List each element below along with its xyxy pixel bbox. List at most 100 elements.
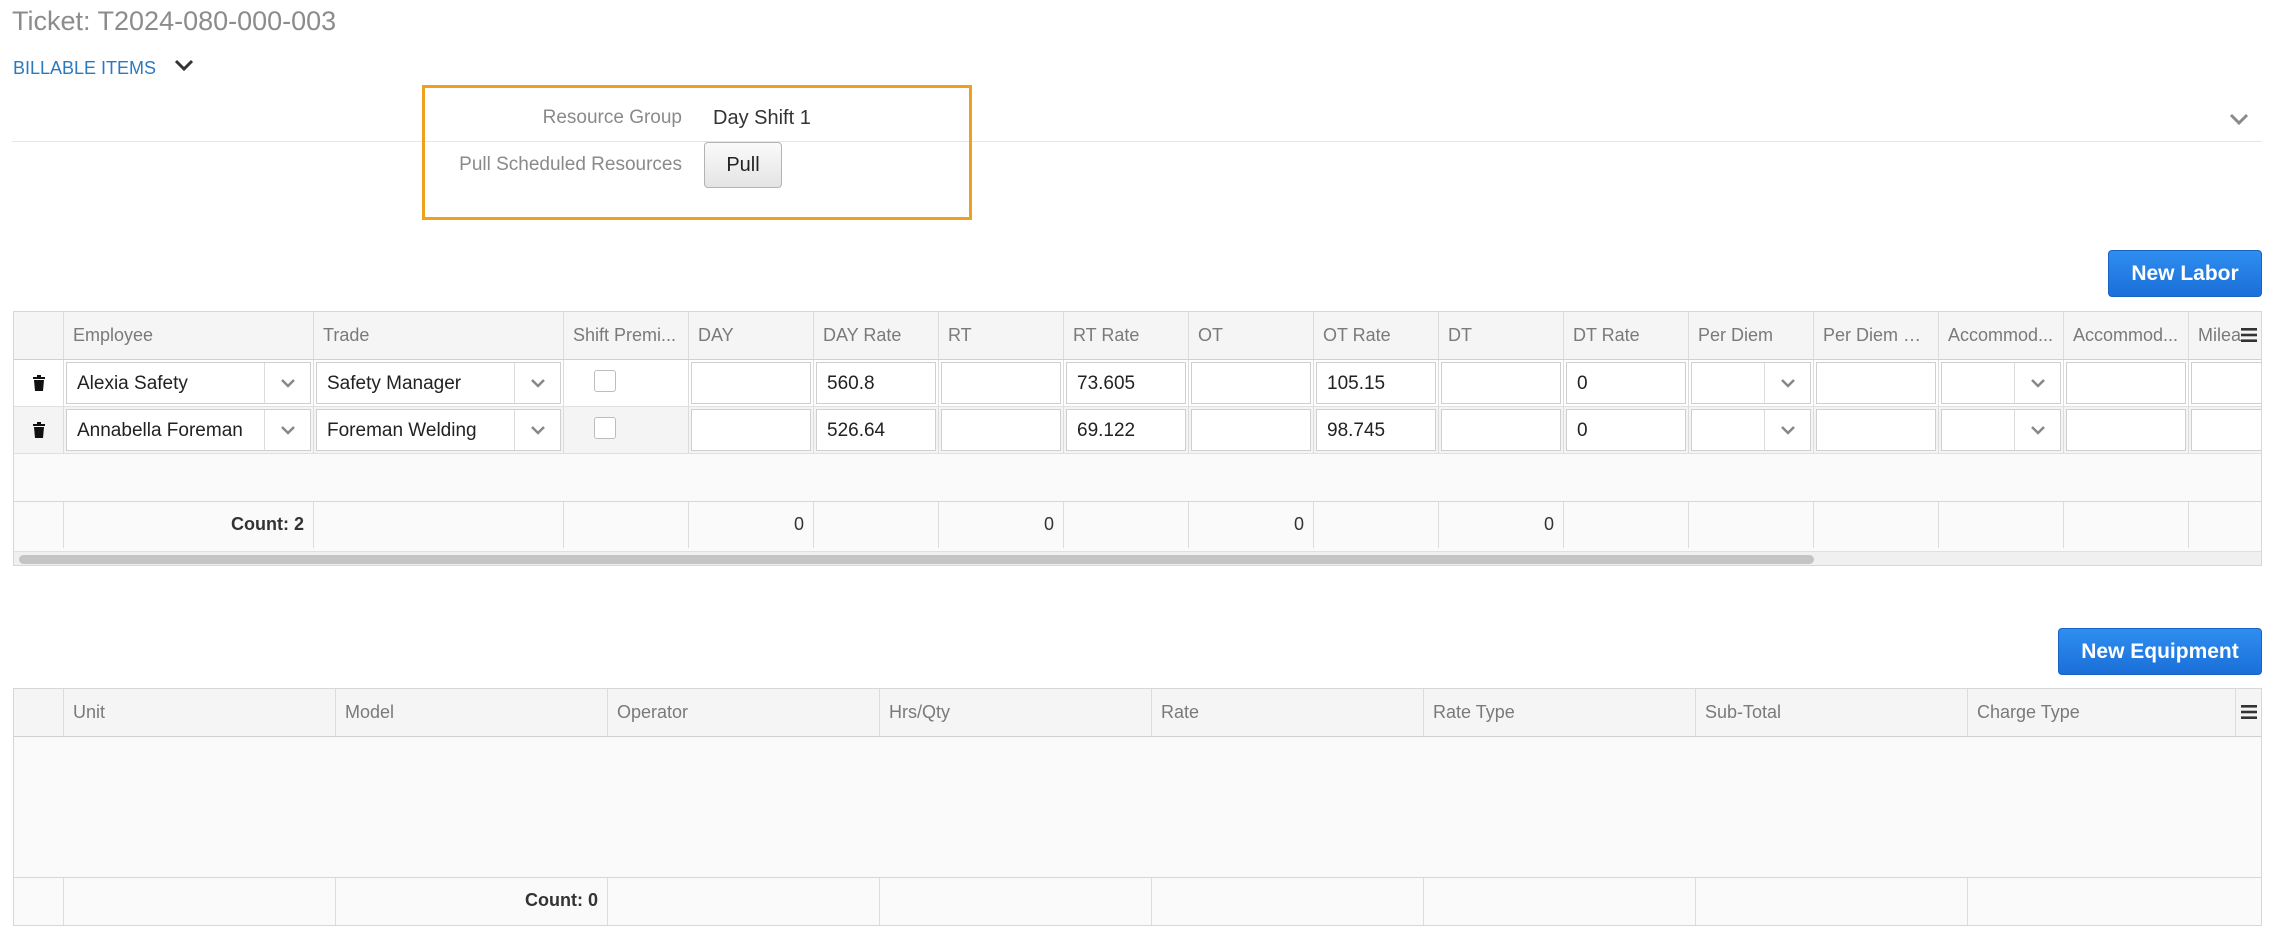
- new-labor-button[interactable]: New Labor: [2108, 250, 2262, 297]
- header-rt[interactable]: RT: [939, 312, 1064, 359]
- ot-input[interactable]: [1191, 362, 1311, 404]
- header-rate[interactable]: Rate: [1152, 689, 1424, 736]
- employee-dropdown-button[interactable]: [264, 363, 310, 403]
- per-diem-rate-input[interactable]: [1816, 409, 1936, 451]
- employee-combobox[interactable]: Annabella Foreman: [66, 409, 311, 451]
- rt-rate-input[interactable]: 69.122: [1066, 409, 1186, 451]
- per-diem-dropdown-button[interactable]: [1764, 363, 1810, 403]
- employee-cell: Alexia Safety: [64, 360, 314, 406]
- ot-rate-input[interactable]: 105.15: [1316, 362, 1436, 404]
- employee-dropdown-button[interactable]: [264, 410, 310, 450]
- dt-input[interactable]: [1441, 409, 1561, 451]
- dt-rate-input[interactable]: 0: [1566, 362, 1686, 404]
- shift-premium-checkbox[interactable]: [594, 417, 616, 439]
- header-sub-total[interactable]: Sub-Total: [1696, 689, 1968, 736]
- header-unit[interactable]: Unit: [64, 689, 336, 736]
- header-accommodation[interactable]: Accommod...: [1939, 312, 2064, 359]
- header-ot-rate[interactable]: OT Rate: [1314, 312, 1439, 359]
- shift-premium-checkbox[interactable]: [594, 370, 616, 392]
- header-employee[interactable]: Employee: [64, 312, 314, 359]
- footer-cell: [1689, 502, 1814, 548]
- trash-icon[interactable]: [32, 422, 46, 438]
- header-per-diem[interactable]: Per Diem: [1689, 312, 1814, 359]
- footer-cell: [1064, 502, 1189, 548]
- header-day[interactable]: DAY: [689, 312, 814, 359]
- per-diem-combobox[interactable]: [1691, 362, 1811, 404]
- horizontal-scrollbar[interactable]: [14, 551, 2261, 565]
- header-day-rate[interactable]: DAY Rate: [814, 312, 939, 359]
- chevron-down-icon: [2030, 426, 2045, 435]
- resource-group-value: Day Shift 1: [713, 107, 811, 129]
- accommodation-combobox[interactable]: [1941, 409, 2061, 451]
- day-input[interactable]: [691, 362, 811, 404]
- header-shift-premium[interactable]: Shift Premi...: [564, 312, 689, 359]
- ot-total: 0: [1189, 502, 1314, 548]
- dt-input[interactable]: [1441, 362, 1561, 404]
- chevron-down-icon: [1780, 426, 1795, 435]
- accommodation-rate-input[interactable]: [2066, 362, 2186, 404]
- day-rate-input[interactable]: 526.64: [816, 409, 936, 451]
- mileage-input[interactable]: [2191, 409, 2261, 451]
- collapse-section-chevron-icon[interactable]: [2226, 108, 2252, 130]
- per-diem-combobox[interactable]: [1691, 409, 1811, 451]
- new-equipment-button[interactable]: New Equipment: [2058, 628, 2262, 675]
- labor-grid-empty-area: [14, 454, 2261, 501]
- header-ot[interactable]: OT: [1189, 312, 1314, 359]
- accommodation-rate-input[interactable]: [2066, 409, 2186, 451]
- header-model[interactable]: Model: [336, 689, 608, 736]
- header-trade[interactable]: Trade: [314, 312, 564, 359]
- header-per-diem-rate[interactable]: Per Diem R...: [1814, 312, 1939, 359]
- trade-dropdown-button[interactable]: [514, 363, 560, 403]
- header-operator[interactable]: Operator: [608, 689, 880, 736]
- equipment-count: Count: 0: [336, 878, 608, 925]
- header-delete-column: [14, 312, 64, 359]
- rt-input[interactable]: [941, 362, 1061, 404]
- header-dt-rate[interactable]: DT Rate: [1564, 312, 1689, 359]
- accommodation-dropdown-button[interactable]: [2014, 410, 2060, 450]
- accommodation-cell: [1939, 407, 2064, 453]
- billable-items-link[interactable]: BILLABLE ITEMS: [13, 58, 156, 79]
- accommodation-combobox[interactable]: [1941, 362, 2061, 404]
- trash-icon[interactable]: [32, 375, 46, 391]
- per-diem-cell: [1689, 360, 1814, 406]
- scrollbar-thumb[interactable]: [19, 555, 1814, 564]
- employee-combobox[interactable]: Alexia Safety: [66, 362, 311, 404]
- rt-rate-input[interactable]: 73.605: [1066, 362, 1186, 404]
- trade-cell: Foreman Welding: [314, 407, 564, 453]
- accommodation-dropdown-button[interactable]: [2014, 363, 2060, 403]
- header-charge-type[interactable]: Charge Type: [1968, 689, 2236, 736]
- day-cell: [689, 360, 814, 406]
- trade-dropdown-button[interactable]: [514, 410, 560, 450]
- per-diem-dropdown-button[interactable]: [1764, 410, 1810, 450]
- header-rate-type[interactable]: Rate Type: [1424, 689, 1696, 736]
- dt-rate-cell: 0: [1564, 407, 1689, 453]
- day-input[interactable]: [691, 409, 811, 451]
- menu-icon[interactable]: [2239, 702, 2259, 722]
- per-diem-rate-input[interactable]: [1816, 362, 1936, 404]
- ot-rate-input[interactable]: 98.745: [1316, 409, 1436, 451]
- header-rt-rate[interactable]: RT Rate: [1064, 312, 1189, 359]
- dt-rate-input[interactable]: 0: [1566, 409, 1686, 451]
- header-accommodation-rate[interactable]: Accommod...: [2064, 312, 2189, 359]
- footer-spacer: [14, 878, 64, 925]
- ot-rate-cell: 98.745: [1314, 407, 1439, 453]
- ot-input[interactable]: [1191, 409, 1311, 451]
- trade-value: Foreman Welding: [327, 420, 477, 441]
- chevron-down-icon[interactable]: [172, 56, 196, 74]
- day-rate-cell: 526.64: [814, 407, 939, 453]
- accommodation-rate-cell: [2064, 360, 2189, 406]
- equipment-grid: Unit Model Operator Hrs/Qty Rate Rate Ty…: [13, 688, 2262, 926]
- header-dt[interactable]: DT: [1439, 312, 1564, 359]
- mileage-input[interactable]: [2191, 362, 2261, 404]
- pull-button[interactable]: Pull: [704, 142, 782, 188]
- equipment-grid-footer: Count: 0: [14, 877, 2261, 925]
- resource-group-panel: [422, 85, 972, 220]
- trade-combobox[interactable]: Safety Manager: [316, 362, 561, 404]
- trade-combobox[interactable]: Foreman Welding: [316, 409, 561, 451]
- menu-icon[interactable]: [2239, 325, 2259, 345]
- chevron-down-icon: [530, 426, 545, 435]
- day-rate-input[interactable]: 560.8: [816, 362, 936, 404]
- header-hrs-qty[interactable]: Hrs/Qty: [880, 689, 1152, 736]
- employee-cell: Annabella Foreman: [64, 407, 314, 453]
- rt-input[interactable]: [941, 409, 1061, 451]
